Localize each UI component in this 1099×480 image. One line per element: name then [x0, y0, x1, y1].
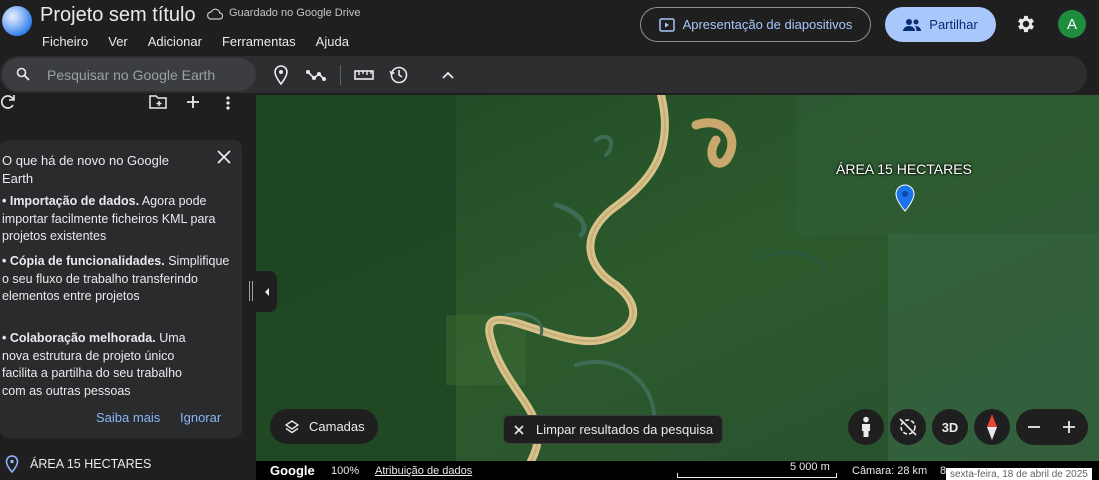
share-label: Partilhar	[929, 17, 978, 32]
menu-bar: Ficheiro Ver Adicionar Ferramentas Ajuda	[42, 34, 369, 49]
sidebar-resize-handle[interactable]	[249, 281, 253, 301]
chevron-up-icon[interactable]	[437, 64, 459, 86]
add-placemark-icon[interactable]	[270, 64, 292, 86]
placemark-pin-icon	[5, 455, 19, 473]
card-item-collab: • Colaboração melhorada. Uma nova estrut…	[2, 330, 192, 400]
draw-path-icon[interactable]	[305, 64, 327, 86]
clear-search-label: Limpar resultados da pesquisa	[536, 422, 714, 437]
card-item-copy: • Cópia de funcionalidades. Simplifique …	[2, 253, 232, 306]
add-icon[interactable]	[186, 95, 200, 109]
people-icon	[903, 18, 922, 31]
share-button[interactable]: Partilhar	[885, 7, 996, 42]
menu-ajuda[interactable]: Ajuda	[316, 34, 349, 49]
project-title[interactable]: Projeto sem título	[40, 4, 196, 27]
card-title: O que há de novo no Google Earth	[2, 153, 169, 186]
map-placemark-pin-icon[interactable]	[894, 184, 916, 212]
zoom-in-button[interactable]	[1051, 409, 1087, 445]
slideshow-icon	[658, 17, 675, 32]
compass-icon	[987, 414, 997, 440]
card-item-heading: • Cópia de funcionalidades.	[2, 254, 165, 268]
reset-tilt-button[interactable]	[890, 409, 926, 445]
imagery-date: sexta-feira, 18 de abril de 2025	[946, 468, 1092, 480]
card-item-heading: • Importação de dados.	[2, 194, 140, 208]
search-box	[2, 58, 256, 91]
cloud-saved-icon	[207, 8, 223, 20]
dismiss-link[interactable]: Ignorar	[180, 410, 221, 425]
layers-button[interactable]: Camadas	[270, 409, 378, 444]
pegman-icon	[862, 416, 870, 437]
close-icon	[514, 424, 524, 435]
google-earth-app: Projeto sem título Guardado no Google Dr…	[0, 0, 1099, 480]
layers-icon	[285, 419, 299, 433]
sidebar-place-label: ÁREA 15 HECTARES	[30, 457, 152, 471]
search-icon	[16, 67, 30, 81]
google-earth-logo[interactable]	[2, 6, 32, 36]
close-icon[interactable]	[215, 148, 233, 166]
historical-imagery-icon[interactable]	[388, 64, 410, 86]
compass-button[interactable]	[974, 409, 1010, 445]
more-vert-icon[interactable]	[224, 95, 232, 111]
google-logo: Google	[270, 463, 315, 478]
placemark-label: ÁREA 15 HECTARES	[836, 161, 972, 177]
zoom-out-button[interactable]	[1016, 409, 1052, 445]
map-viewport[interactable]	[256, 95, 1099, 461]
chevron-left-icon	[264, 287, 269, 296]
menu-ferramentas[interactable]: Ferramentas	[222, 34, 296, 49]
minus-icon	[1028, 426, 1040, 428]
layers-label: Camadas	[309, 419, 365, 434]
slideshow-button[interactable]: Apresentação de diapositivos	[640, 7, 871, 42]
measure-ruler-icon[interactable]	[353, 64, 375, 86]
search-input[interactable]	[47, 58, 247, 91]
settings-gear-icon[interactable]	[1015, 13, 1037, 35]
card-item-import: • Importação de dados. Agora pode import…	[2, 193, 232, 246]
toggle-3d-button[interactable]: 3D	[932, 409, 968, 445]
drive-save-status: Guardado no Google Drive	[229, 7, 361, 19]
data-attribution-link[interactable]: Atribuição de dados	[375, 465, 472, 477]
zoom-level: 100%	[331, 465, 360, 477]
camera-altitude: Câmara: 28 km	[852, 465, 928, 477]
menu-adicionar[interactable]: Adicionar	[148, 34, 202, 49]
menu-ver[interactable]: Ver	[108, 34, 128, 49]
satellite-imagery	[256, 95, 1099, 461]
plus-icon	[1063, 421, 1075, 433]
slideshow-label: Apresentação de diapositivos	[682, 17, 853, 32]
card-item-heading: • Colaboração melhorada.	[2, 331, 156, 345]
clear-search-results-button[interactable]: Limpar resultados da pesquisa	[503, 415, 723, 444]
tilt-off-icon	[899, 418, 917, 436]
scale-bar	[677, 473, 837, 478]
menu-ficheiro[interactable]: Ficheiro	[42, 34, 88, 49]
scale-label: 5 000 m	[790, 461, 830, 473]
collapse-sidebar-button[interactable]	[256, 271, 277, 312]
toolbar-divider	[340, 65, 341, 85]
new-folder-icon[interactable]	[149, 95, 167, 109]
street-view-button[interactable]	[848, 409, 884, 445]
refresh-icon[interactable]	[0, 95, 16, 109]
user-avatar[interactable]: A	[1058, 10, 1086, 38]
learn-more-link[interactable]: Saiba mais	[96, 410, 160, 425]
